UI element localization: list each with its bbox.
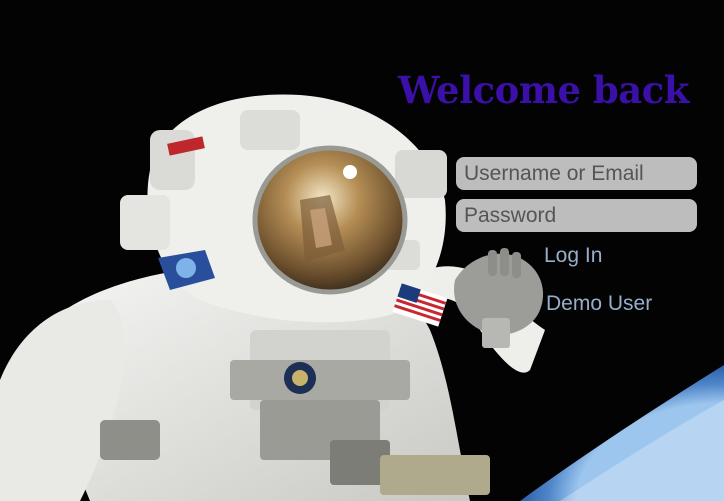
password-input[interactable] [456,199,697,232]
login-form: Welcome back Log In Demo User [380,60,710,340]
username-email-input[interactable] [456,157,697,190]
welcome-title: Welcome back [398,68,689,112]
login-screen: Welcome back Log In Demo User [0,0,724,501]
log-in-button[interactable]: Log In [544,244,602,268]
demo-user-button[interactable]: Demo User [546,292,652,316]
